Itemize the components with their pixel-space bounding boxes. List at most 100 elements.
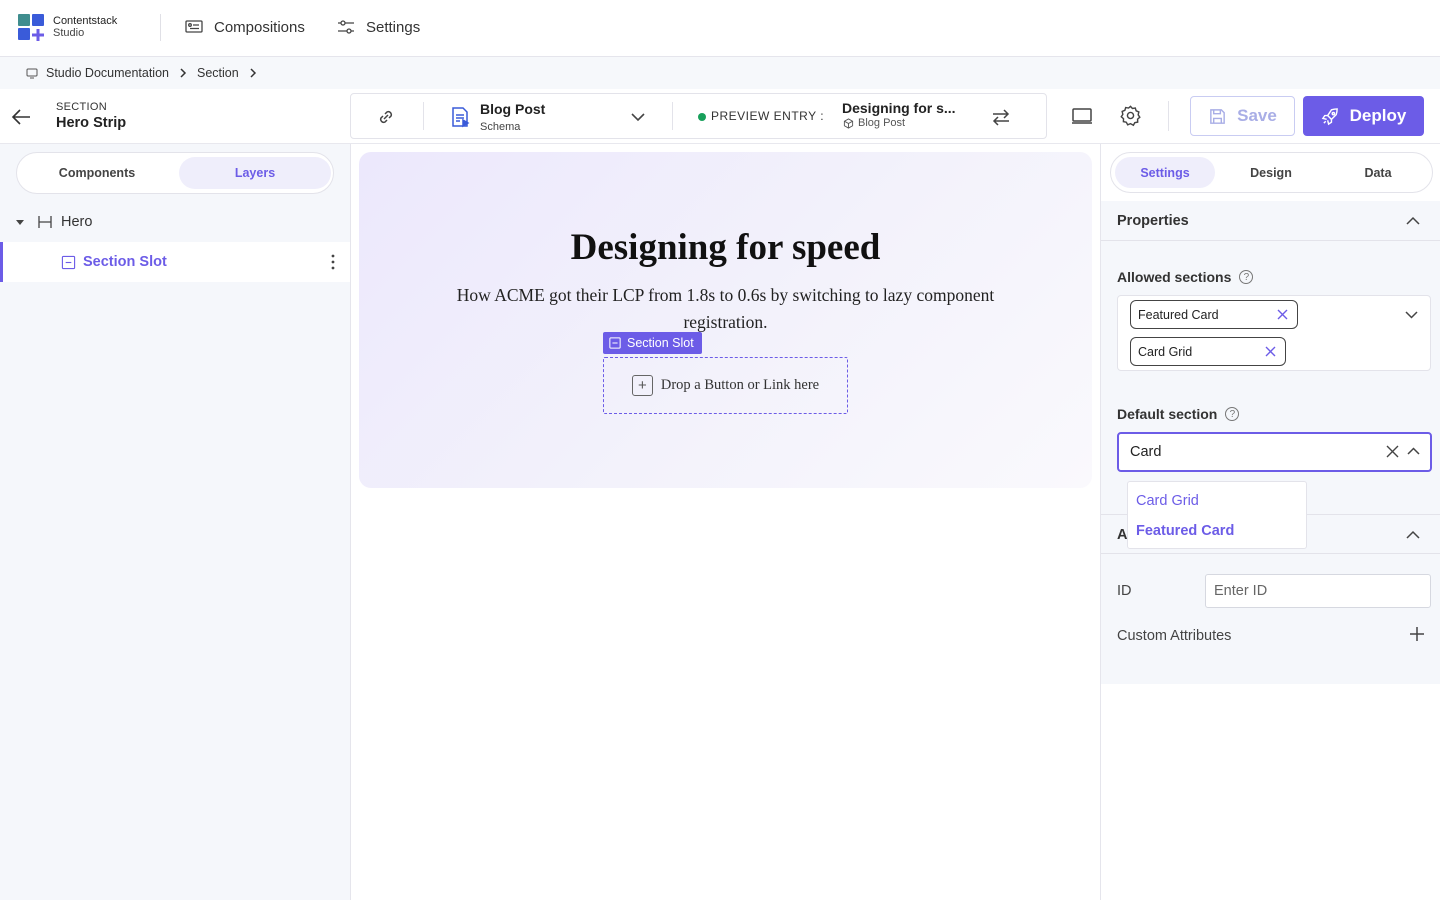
nav-settings[interactable]: Settings	[336, 17, 420, 37]
top-navigation-bar: Contentstack Studio Compositions Setting…	[0, 0, 1440, 57]
tab-design[interactable]: Design	[1221, 157, 1321, 188]
chevron-right-icon	[250, 68, 256, 78]
plus-icon[interactable]: +	[631, 375, 653, 396]
swap-icon[interactable]	[990, 106, 1012, 128]
preview-entry-type: Blog Post	[858, 117, 906, 129]
allowed-sections-label-text: Allowed sections	[1117, 269, 1232, 285]
divider	[160, 14, 161, 41]
properties-title: Properties	[1117, 213, 1189, 229]
link-icon[interactable]	[375, 106, 397, 128]
content-type-icon	[843, 117, 854, 129]
divider	[423, 102, 424, 130]
preview-entry-subtitle: Blog Post	[843, 117, 905, 129]
compositions-icon	[185, 20, 203, 33]
plus-icon[interactable]	[1408, 625, 1426, 643]
dropdown-option-card-grid[interactable]: Card Grid	[1136, 493, 1199, 509]
settings-sliders-icon	[338, 20, 354, 34]
help-circle-icon[interactable]: ?	[1239, 270, 1254, 284]
rocket-icon	[1321, 107, 1338, 125]
divider	[672, 102, 673, 130]
allowed-sections-select[interactable]: Featured Card Card Grid	[1117, 295, 1431, 371]
default-section-value[interactable]: Card	[1130, 444, 1161, 460]
deploy-button[interactable]: Deploy	[1303, 96, 1424, 136]
preview-entry-label: PREVIEW ENTRY :	[711, 109, 825, 123]
save-disk-icon	[1210, 108, 1226, 124]
id-field[interactable]	[1205, 574, 1431, 608]
right-tabs: Settings Design Data	[1110, 152, 1433, 193]
close-icon[interactable]	[1276, 308, 1289, 321]
section-slot-tag[interactable]: Section Slot	[603, 332, 702, 354]
preview-canvas: Designing for speed How ACME got their L…	[351, 144, 1100, 900]
default-section-combobox[interactable]: Card	[1117, 432, 1432, 472]
layer-item-section-slot[interactable]: Section Slot	[0, 242, 350, 282]
chevron-right-icon	[180, 68, 187, 78]
default-section-label-text: Default section	[1117, 406, 1218, 422]
layer-label: Section Slot	[83, 254, 167, 270]
custom-attributes-label: Custom Attributes	[1117, 628, 1232, 644]
hero-subtitle: How ACME got their LCP from 1.8s to 0.6s…	[456, 285, 995, 332]
help-circle-icon[interactable]: ?	[1225, 407, 1240, 421]
nav-compositions-label: Compositions	[214, 18, 305, 36]
default-section-label: Default section ?	[1117, 406, 1240, 422]
chevron-down-icon[interactable]	[1403, 306, 1420, 323]
hero-section[interactable]: Designing for speed How ACME got their L…	[359, 152, 1092, 488]
tab-data[interactable]: Data	[1328, 157, 1428, 188]
deploy-button-label: Deploy	[1349, 106, 1407, 125]
schema-title: Blog Post	[480, 101, 546, 117]
right-panel: Settings Design Data Properties Allowed …	[1100, 144, 1440, 900]
save-button-label: Save	[1237, 106, 1277, 125]
brand-product: Studio	[53, 27, 85, 39]
left-tabs: Components Layers	[16, 152, 334, 194]
breadcrumb-item-studio-documentation[interactable]: Studio Documentation	[46, 66, 169, 80]
slot-icon	[609, 337, 621, 349]
attributes-title: A	[1117, 527, 1128, 543]
divider	[1168, 101, 1169, 131]
chip-card-grid: Card Grid	[1130, 337, 1286, 366]
hero-layout-icon	[38, 216, 52, 228]
tab-components[interactable]: Components	[21, 157, 173, 189]
layer-item-hero[interactable]: Hero	[0, 202, 350, 242]
schema-subtitle: Schema	[480, 121, 521, 133]
preview-entry-title[interactable]: Designing for s...	[842, 100, 956, 116]
section-slot-tag-label: Section Slot	[627, 336, 694, 350]
brand-name: Contentstack Studio	[53, 15, 117, 39]
left-panel: Components Layers Hero Section Slot	[0, 144, 351, 900]
breadcrumb-home-icon	[26, 68, 38, 79]
properties-area: Properties Allowed sections ? Featured C…	[1101, 201, 1440, 684]
brand-title: Contentstack	[53, 15, 118, 27]
tab-settings[interactable]: Settings	[1115, 157, 1215, 188]
default-section-dropdown: Card Grid Featured Card	[1127, 481, 1307, 549]
back-arrow-icon[interactable]	[10, 106, 32, 128]
contentstack-logo[interactable]	[18, 14, 46, 42]
allowed-sections-label: Allowed sections ?	[1117, 269, 1254, 285]
id-label: ID	[1117, 583, 1132, 599]
chevron-up-icon[interactable]	[1405, 213, 1421, 229]
preview-status-dot	[698, 113, 706, 121]
gear-icon[interactable]	[1119, 104, 1142, 127]
more-vertical-icon[interactable]	[331, 254, 335, 270]
schema-doc-icon	[452, 107, 470, 128]
chip-featured-card: Featured Card	[1130, 300, 1298, 329]
preview-toolbar: Blog Post Schema PREVIEW ENTRY : Designi…	[350, 93, 1047, 139]
editor-header: SECTION Hero Strip Blog Post Schema PREV…	[0, 89, 1440, 144]
monitor-icon[interactable]	[1071, 105, 1093, 127]
save-button[interactable]: Save	[1190, 96, 1295, 136]
section-slot-dropzone[interactable]: + Drop a Button or Link here	[603, 357, 848, 414]
tab-layers[interactable]: Layers	[179, 157, 331, 189]
nav-compositions[interactable]: Compositions	[184, 17, 305, 37]
close-icon[interactable]	[1264, 345, 1277, 358]
chevron-up-icon[interactable]	[1405, 443, 1422, 460]
layer-label: Hero	[61, 214, 93, 230]
properties-header[interactable]: Properties	[1101, 201, 1440, 241]
breadcrumb: Studio Documentation Section	[0, 57, 1440, 89]
close-icon[interactable]	[1384, 443, 1401, 460]
caret-down-icon[interactable]	[15, 217, 25, 227]
dropzone-text: Drop a Button or Link here	[660, 377, 820, 393]
section-name: Hero Strip	[56, 115, 127, 131]
breadcrumb-item-section[interactable]: Section	[197, 66, 239, 80]
dropdown-option-featured-card[interactable]: Featured Card	[1136, 523, 1234, 539]
chevron-up-icon[interactable]	[1405, 527, 1421, 543]
hero-title: Designing for speed	[570, 227, 881, 268]
chip-label: Card Grid	[1138, 344, 1193, 359]
chevron-down-icon[interactable]	[629, 108, 647, 126]
